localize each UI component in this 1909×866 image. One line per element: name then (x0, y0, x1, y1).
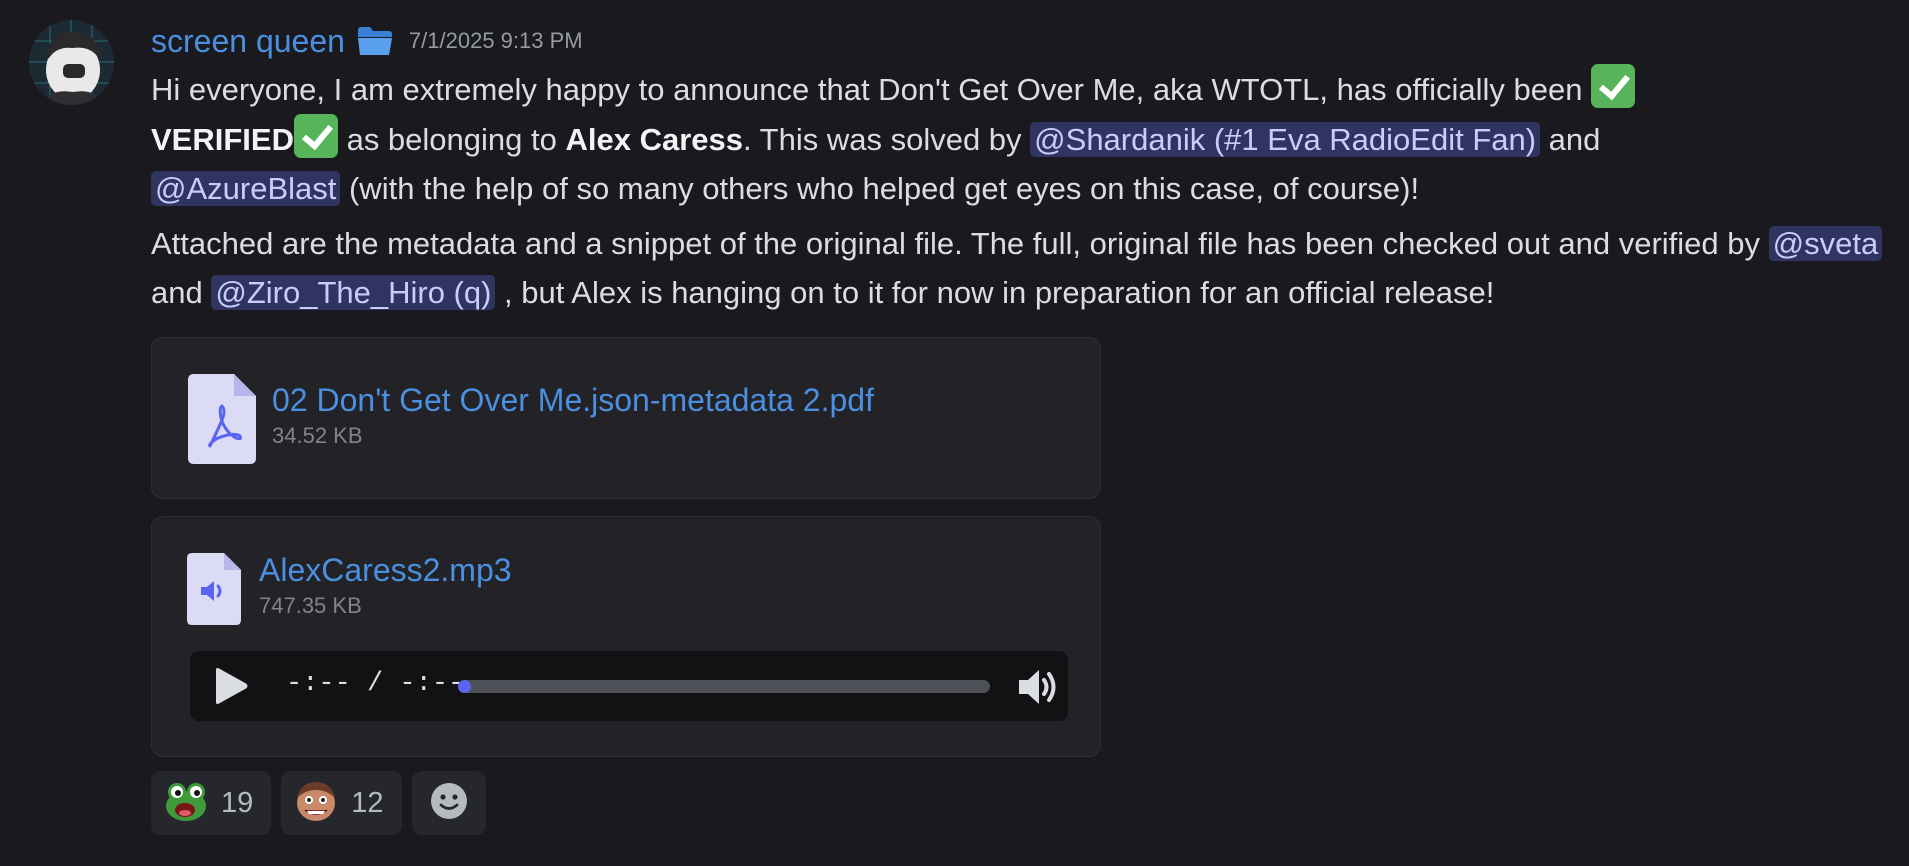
message-paragraph-2: Attached are the metadata and a snippet … (151, 219, 1896, 317)
playback-time: -:-- / -:-- (286, 669, 465, 699)
reaction-character[interactable]: 12 (281, 771, 402, 835)
mention-sveta[interactable]: @sveta (1768, 226, 1883, 261)
message-header: screen queen 7/1/2025 9:13 PM (151, 20, 583, 62)
message-text: and (151, 275, 212, 310)
audio-file-name[interactable]: AlexCaress2.mp3 (259, 552, 512, 589)
message-content: Hi everyone, I am extremely happy to ann… (151, 64, 1896, 317)
pdf-file-size: 34.52 KB (272, 423, 363, 448)
mention-shardanik[interactable]: @Shardanik (#1 Eva RadioEdit Fan) (1030, 122, 1541, 157)
check-mark-emoji (293, 114, 338, 158)
mention-azureblast[interactable]: @AzureBlast (151, 171, 341, 206)
message-text: as belonging to (337, 122, 566, 157)
pdf-file-icon[interactable] (188, 374, 256, 469)
seek-bar[interactable] (458, 680, 990, 693)
message-text: , but Alex is hanging on to it for now i… (495, 275, 1495, 310)
audio-attachment: AlexCaress2.mp3 747.35 KB -:-- / -:-- (151, 516, 1101, 757)
reaction-count: 19 (221, 786, 254, 819)
verified-text: VERIFIED (151, 122, 294, 157)
artist-name: Alex Caress (565, 122, 743, 157)
message-text: Hi everyone, I am extremely happy to ann… (151, 72, 1592, 107)
user-avatar[interactable] (29, 20, 114, 105)
reactions-bar: 19 12 (151, 771, 486, 835)
message-text: (with the help of so many others who hel… (340, 171, 1420, 206)
username[interactable]: screen queen (151, 23, 345, 60)
message-text: Attached are the metadata and a snippet … (151, 226, 1769, 261)
volume-icon[interactable] (1016, 666, 1060, 708)
mention-ziro[interactable]: @Ziro_The_Hiro (q) (211, 275, 496, 310)
seek-bar-progress (458, 680, 471, 693)
message-timestamp[interactable]: 7/1/2025 9:13 PM (409, 28, 583, 54)
play-icon[interactable] (210, 666, 250, 706)
pdf-attachment: 02 Don't Get Over Me.json-metadata 2.pdf… (151, 337, 1101, 499)
add-reaction-button[interactable] (411, 771, 486, 835)
message-text: . This was solved by (743, 122, 1031, 157)
avatar-image (29, 20, 114, 105)
character-emoji-icon (293, 778, 339, 829)
frog-emoji-icon (163, 778, 209, 829)
audio-player: -:-- / -:-- (190, 651, 1068, 721)
audio-file-size: 747.35 KB (259, 593, 362, 618)
pdf-file-name[interactable]: 02 Don't Get Over Me.json-metadata 2.pdf (272, 382, 874, 419)
check-mark-emoji (1591, 64, 1636, 108)
audio-file-icon[interactable] (187, 553, 241, 630)
reaction-frog[interactable]: 19 (151, 771, 272, 835)
smiley-icon (430, 782, 468, 825)
reaction-count: 12 (351, 786, 384, 819)
message-paragraph-1: Hi everyone, I am extremely happy to ann… (151, 64, 1896, 213)
message-text: and (1540, 122, 1601, 157)
folder-icon (357, 26, 393, 56)
